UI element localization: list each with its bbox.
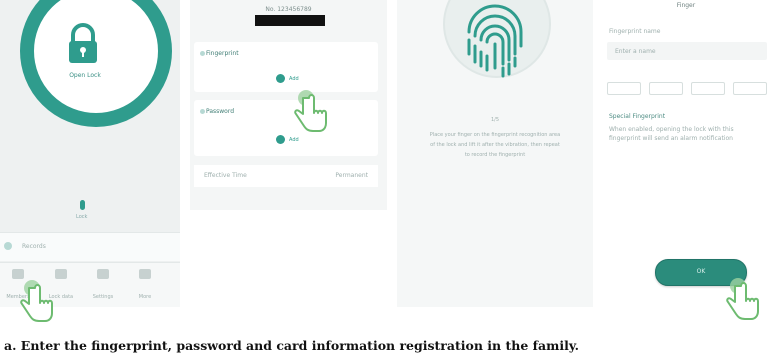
more-icon: [139, 269, 151, 279]
fingerprint-add-label: Add: [289, 76, 299, 82]
fingerprint-name-label: Fingerprint name: [609, 28, 661, 35]
option-index[interactable]: [649, 82, 683, 95]
password-title: Password: [206, 108, 235, 115]
option-ring[interactable]: [733, 82, 767, 95]
settings-icon: [97, 269, 109, 279]
lock-home-screen: Open Lock Lock Records Members Lock data…: [0, 0, 180, 307]
confirm-label: OK: [696, 268, 706, 275]
nav-settings[interactable]: Settings: [88, 269, 118, 302]
lock-status-text: Lock: [76, 214, 88, 220]
tap-hand-icon-2: [294, 90, 327, 132]
enroll-step: 1/5: [491, 117, 500, 123]
option-middle[interactable]: [691, 82, 725, 95]
page-title: Finger: [676, 2, 696, 9]
special-fingerprint-desc: When enabled, opening the lock with this…: [609, 126, 734, 142]
nav-settings-label: Settings: [92, 294, 114, 300]
nav-more[interactable]: More: [130, 269, 160, 302]
fingerprint-name-screen: Finger Fingerprint name Enter a name Spe…: [597, 0, 775, 307]
member-number: No. 123456789: [265, 6, 312, 13]
figure-caption: a. Enter the fingerprint, password and c…: [4, 338, 580, 353]
fingerprint-card[interactable]: Fingerprint Add: [194, 42, 378, 92]
fingerprint-name-placeholder: Enter a name: [615, 48, 656, 55]
tap-hand-icon-3: [726, 278, 759, 320]
nav-more-label: More: [138, 294, 152, 300]
fingerprint-enroll-screen: 1/5 Place your finger on the fingerprint…: [397, 0, 593, 307]
open-lock-label: Open Lock: [69, 72, 101, 79]
tap-hand-icon: [20, 280, 53, 322]
records-label: Records: [22, 243, 46, 250]
records-row[interactable]: Records: [0, 232, 180, 261]
password-card[interactable]: Password Add: [194, 100, 378, 156]
effective-time-label: Effective Time: [204, 172, 247, 179]
option-thumb[interactable]: [607, 82, 641, 95]
special-fingerprint-title: Special Fingerprint: [609, 113, 666, 120]
battery-icon: [80, 200, 85, 210]
fingerprint-icon: [467, 4, 523, 78]
password-dot-icon: [200, 109, 205, 114]
fingerprint-dot-icon: [200, 51, 205, 56]
effective-time-row[interactable]: Effective Time Permanent: [194, 165, 378, 187]
effective-time-value: Permanent: [335, 172, 368, 179]
fingerprint-add-toggle[interactable]: [276, 74, 285, 83]
enroll-instruction: Place your finger on the fingerprint rec…: [429, 132, 561, 158]
lock-icon: [69, 23, 97, 63]
redacted-block: [255, 15, 325, 26]
fingerprint-title: Fingerprint: [206, 50, 239, 57]
speaker-icon: [55, 269, 67, 279]
member-credentials-screen: No. 123456789 Fingerprint Add Password A…: [190, 0, 387, 210]
record-icon: [4, 242, 12, 250]
fingerprint-name-input[interactable]: Enter a name: [607, 42, 767, 60]
password-add-toggle[interactable]: [276, 135, 285, 144]
